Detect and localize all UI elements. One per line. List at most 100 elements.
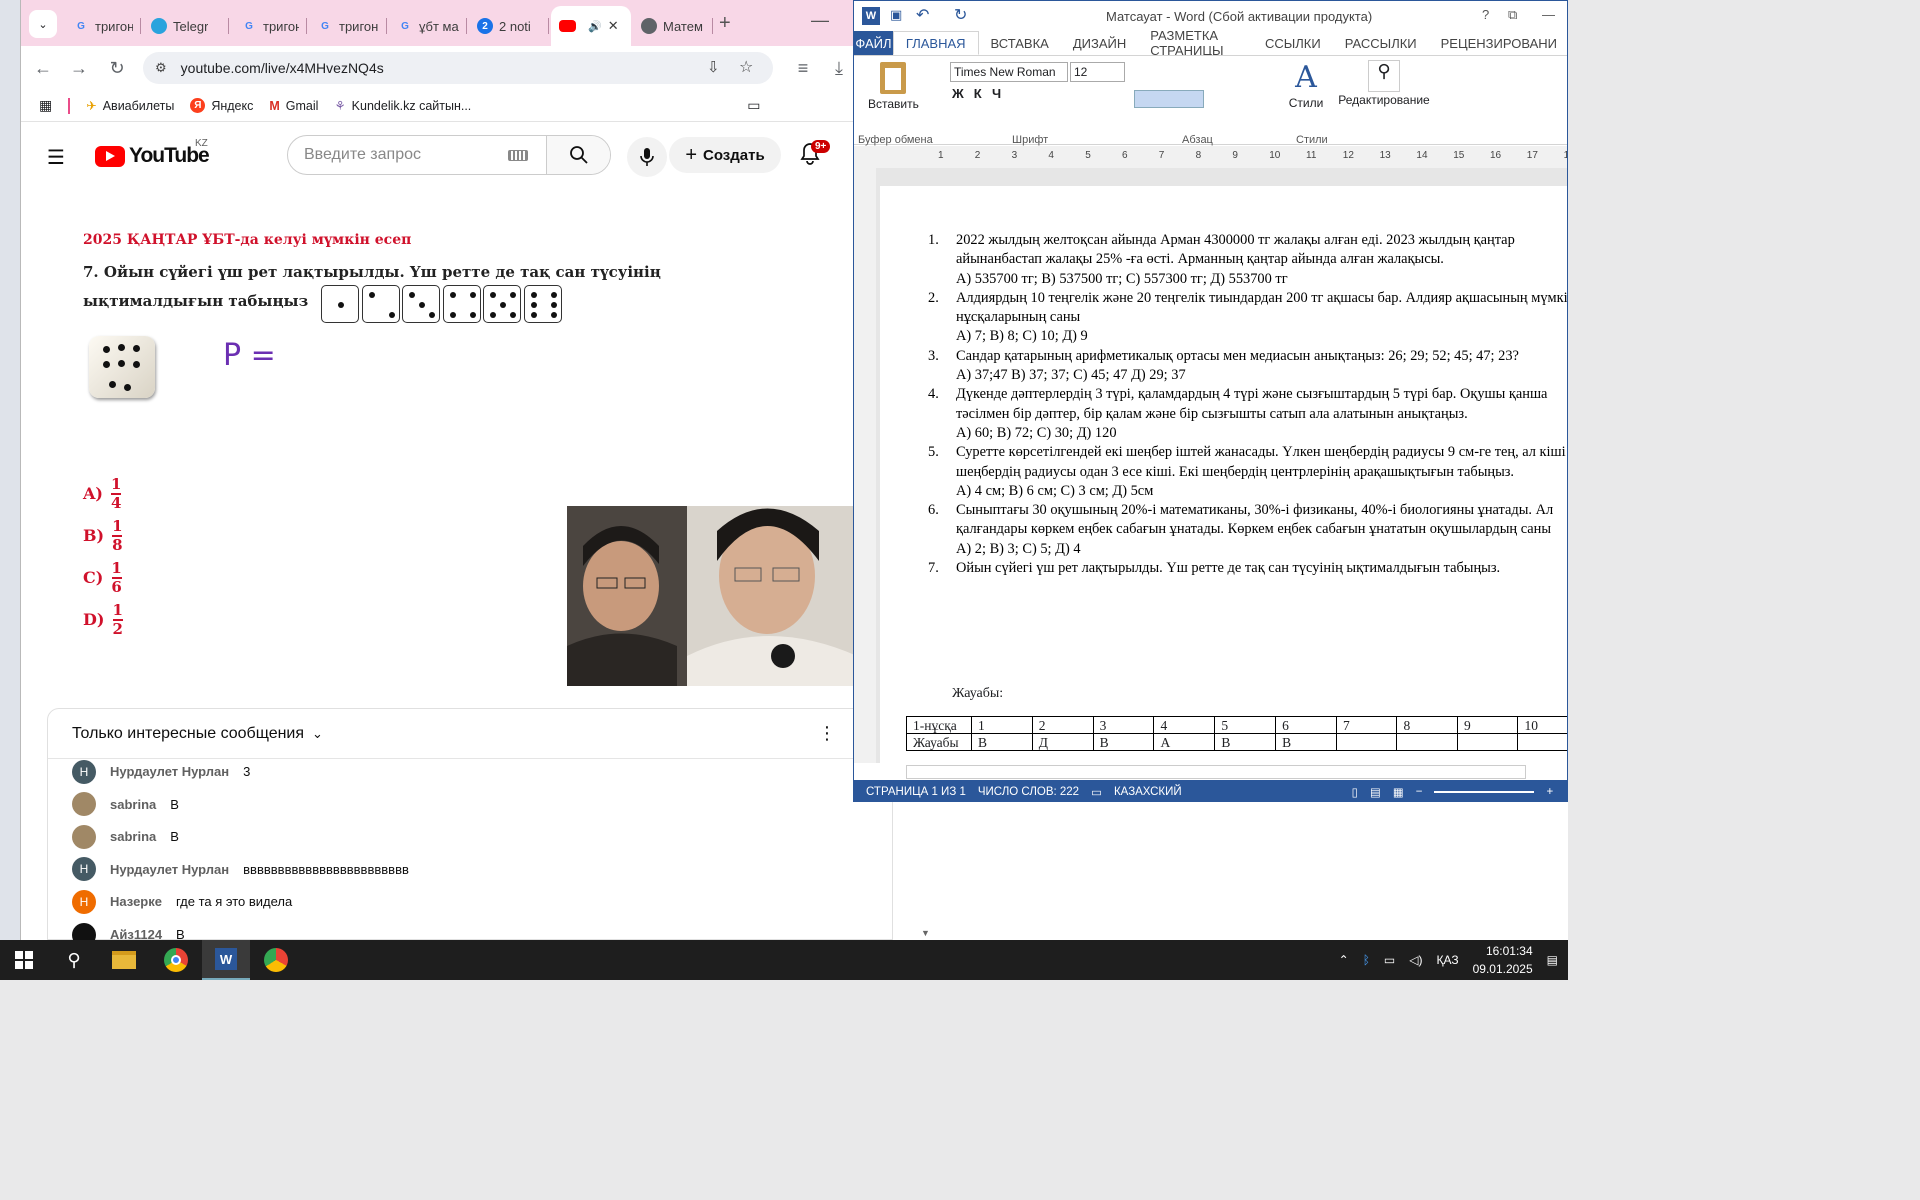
avatar[interactable]: Н	[72, 857, 96, 882]
table-cell[interactable]: А	[1153, 733, 1216, 751]
ribbon-options-icon[interactable]: ⧉	[1508, 7, 1517, 23]
browser-tab[interactable]: Матем	[633, 10, 713, 42]
table-cell[interactable]	[1517, 733, 1567, 751]
start-button[interactable]	[0, 940, 48, 980]
bookmark-aviabilety[interactable]: ✈ Авиабилеты	[86, 98, 174, 114]
chat-author[interactable]: Назерке	[110, 894, 162, 909]
chevron-down-icon[interactable]: ⌄	[312, 726, 323, 742]
table-cell[interactable]: В	[970, 733, 1033, 751]
volume-icon[interactable]: ◁)	[1409, 953, 1422, 967]
table-cell[interactable]: В	[1214, 733, 1277, 751]
language-indicator[interactable]: КАЗАХСКИЙ	[1114, 786, 1182, 798]
input-language[interactable]: ҚАЗ	[1436, 953, 1458, 967]
ribbon-tab[interactable]: ДИЗАЙН	[1061, 36, 1138, 51]
scroll-down-arrow[interactable]: ▼	[921, 928, 930, 938]
question-item[interactable]: 7. Ойын сүйегі үш рет лақтырылды. Үш ретт…	[928, 559, 1567, 578]
table-cell[interactable]: 9	[1456, 716, 1519, 734]
ribbon-tab[interactable]: РЕЦЕНЗИРОВАНИ	[1429, 36, 1567, 51]
clock[interactable]: 16:01:34 09.01.2025	[1473, 942, 1533, 978]
battery-icon[interactable]: ▭	[1384, 953, 1395, 967]
install-app-icon[interactable]: ⇩	[707, 58, 720, 76]
search-box[interactable]: Введите запрос	[287, 135, 611, 175]
minimize-button[interactable]: —	[811, 10, 829, 31]
vertical-ruler[interactable]	[854, 168, 876, 763]
table-cell[interactable]: 4	[1153, 716, 1216, 734]
avatar[interactable]	[72, 824, 96, 849]
styles-button[interactable]: A Стили	[1286, 60, 1326, 110]
table-cell[interactable]: Жауабы	[906, 733, 972, 751]
browser-tab[interactable]: 🔊 ✕	[551, 6, 631, 46]
keyboard-icon[interactable]	[508, 149, 528, 161]
zoom-slider[interactable]	[1434, 790, 1535, 793]
back-button[interactable]: ←	[31, 56, 55, 80]
word-taskbar-icon[interactable]: W	[202, 940, 250, 980]
paste-button[interactable]: Вставить	[868, 60, 919, 111]
question-item[interactable]: 2. Алдиярдың 10 теңгелік және 20 теңгелік…	[928, 289, 1567, 347]
file-explorer-icon[interactable]	[100, 940, 148, 980]
browser-tab[interactable]: Gұбт ма	[389, 10, 467, 42]
tab-search-button[interactable]: ⌄	[29, 10, 57, 38]
chat-author[interactable]: sabrina	[110, 797, 156, 812]
table-cell[interactable]	[1335, 733, 1398, 751]
chrome-icon[interactable]	[152, 940, 200, 980]
proofing-icon[interactable]: ▭	[1091, 785, 1102, 799]
table-cell[interactable]: В	[1092, 733, 1155, 751]
more-options-icon[interactable]: ⋮	[818, 723, 836, 744]
page-count[interactable]: СТРАНИЦА 1 ИЗ 1	[866, 786, 966, 798]
question-item[interactable]: 3. Сандар қатарының арифметикалық ортасы …	[928, 347, 1567, 386]
search-icon[interactable]: ⚲	[50, 940, 98, 980]
table-cell[interactable]	[1456, 733, 1519, 751]
table-cell[interactable]: 3	[1092, 716, 1155, 734]
table-cell[interactable]: 6	[1275, 716, 1337, 734]
chat-message[interactable]: sabrina B	[72, 788, 179, 821]
address-bar[interactable]: ⚙ youtube.com/live/x4MHvezNQ4s ⇩ ☆	[143, 52, 773, 84]
downloads-icon[interactable]: ⤓	[827, 56, 851, 80]
zoom-in-button[interactable]: +	[1546, 786, 1553, 798]
avatar[interactable]	[72, 922, 96, 940]
table-cell[interactable]	[1396, 733, 1458, 751]
document-page[interactable]: 1. 2022 жылдың желтоқсан айында Арман 430…	[880, 186, 1567, 786]
avatar[interactable]: Н	[72, 889, 96, 914]
read-mode-icon[interactable]: ▯	[1352, 785, 1358, 799]
table-cell[interactable]: 1	[970, 716, 1033, 734]
table-cell[interactable]: 8	[1396, 716, 1458, 734]
question-item[interactable]: 1. 2022 жылдың желтоқсан айында Арман 430…	[928, 231, 1567, 289]
close-tab-icon[interactable]: ✕	[608, 18, 619, 34]
answers-table[interactable]: 1-нұсқа 1 2 3 4 5 6 7 8 9 10 Жауабы В Д В А В В	[906, 716, 1567, 751]
chat-message[interactable]: Н Нурдаулет Нурлан 3	[72, 755, 250, 788]
table-cell[interactable]: 5	[1214, 716, 1277, 734]
bookmark-yandex[interactable]: Я Яндекс	[190, 98, 253, 113]
chat-message[interactable]: Айз1124 B	[72, 918, 185, 940]
chat-message[interactable]: Н Назерке где та я это видела	[72, 885, 292, 918]
apps-grid-icon[interactable]: ▦	[39, 97, 52, 114]
web-layout-icon[interactable]: ▦	[1393, 785, 1404, 799]
save-icon[interactable]: ▣	[890, 7, 902, 23]
bluetooth-icon[interactable]: ᛒ	[1363, 953, 1370, 967]
table-cell[interactable]: 7	[1335, 716, 1398, 734]
chat-message[interactable]: Н Нурдаулет Нурлан ввввввввввввввввввввввв…	[72, 853, 409, 886]
media-controls-icon[interactable]: ≡	[791, 56, 815, 80]
browser-tab[interactable]: 2 2 noti	[469, 10, 549, 42]
forward-button[interactable]: →	[67, 56, 91, 80]
chat-filter-label[interactable]: Только интересные сообщения	[72, 725, 304, 743]
undo-icon[interactable]: ↶	[916, 5, 929, 25]
chrome-profile-icon[interactable]	[252, 940, 300, 980]
avatar[interactable]: Н	[72, 759, 96, 784]
hamburger-menu-icon[interactable]: ☰	[47, 145, 65, 170]
word-count[interactable]: ЧИСЛО СЛОВ: 222	[978, 786, 1079, 798]
avatar[interactable]	[72, 792, 96, 817]
folder-icon[interactable]: ▭	[747, 97, 760, 114]
redo-icon[interactable]: ↻	[954, 5, 967, 25]
search-button[interactable]	[546, 136, 610, 174]
format-buttons[interactable]: ЖКЧ	[952, 86, 1011, 101]
align-left-button[interactable]	[1134, 90, 1204, 108]
chat-author[interactable]: Нурдаулет Нурлан	[110, 862, 229, 877]
new-tab-button[interactable]: +	[719, 12, 731, 35]
ribbon-tab[interactable]: ССЫЛКИ	[1253, 36, 1333, 51]
ribbon-tab[interactable]: ФАЙЛ	[854, 31, 893, 55]
browser-tab[interactable]: Gтригон	[309, 10, 387, 42]
chat-author[interactable]: sabrina	[110, 829, 156, 844]
table-cell[interactable]: 1-нұсқа	[906, 716, 972, 734]
table-cell[interactable]: 2	[1031, 716, 1094, 734]
ribbon-tab[interactable]: ГЛАВНАЯ	[892, 31, 979, 55]
